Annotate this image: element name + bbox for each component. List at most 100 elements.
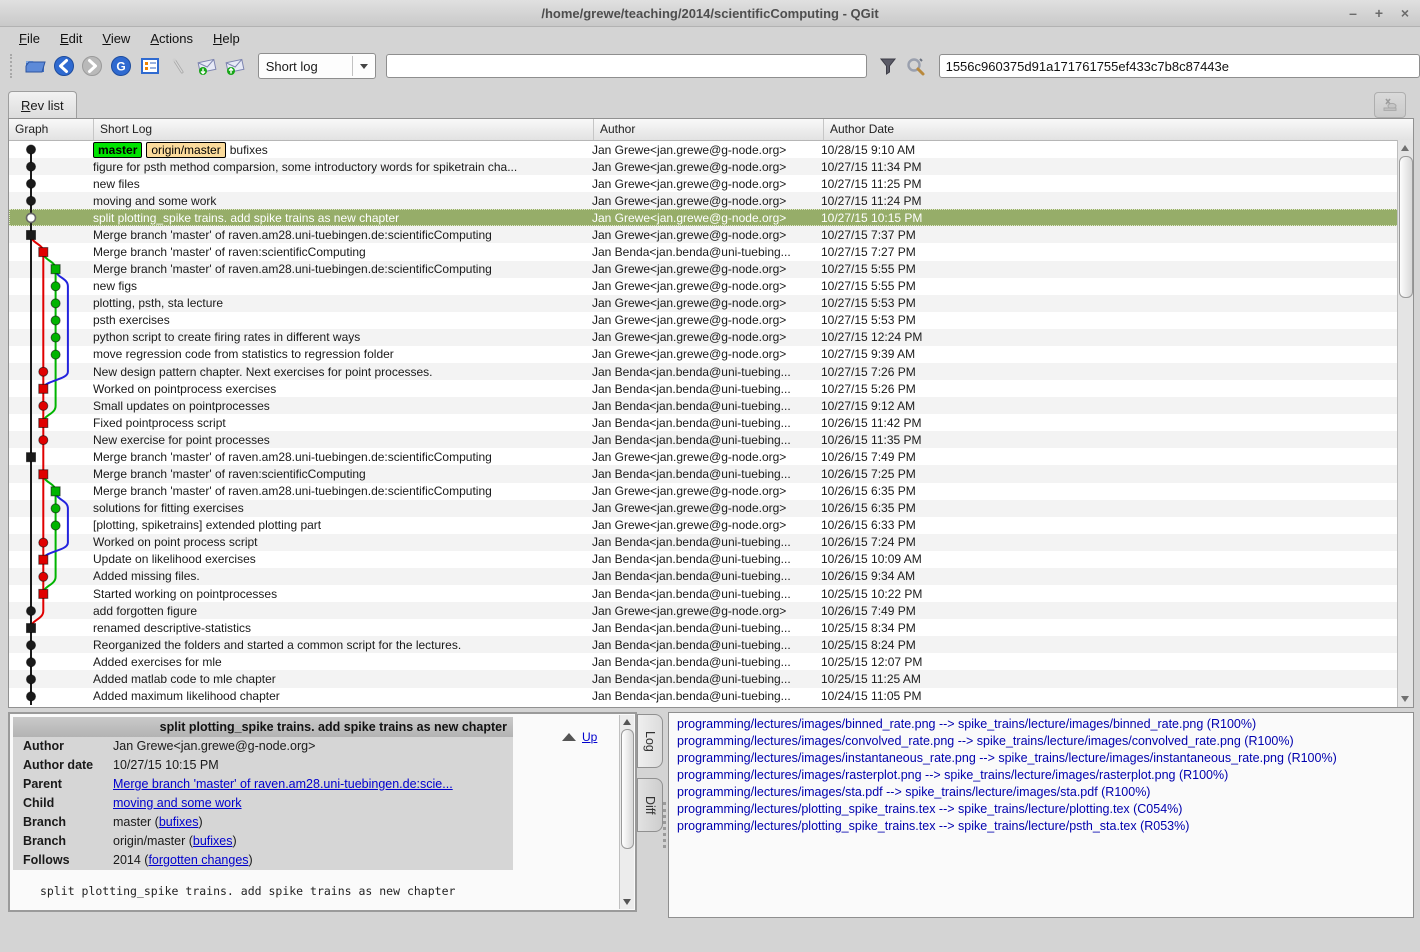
tab-log[interactable]: Log	[637, 714, 663, 768]
file-rename-entry[interactable]: programming/lectures/images/convolved_ra…	[669, 733, 1413, 750]
scrollbar-thumb[interactable]	[1399, 156, 1413, 298]
commit-row[interactable]: Merge branch 'master' of raven:scientifi…	[9, 243, 1413, 260]
commit-row[interactable]: Merge branch 'master' of raven.am28.uni-…	[9, 261, 1413, 278]
commit-row[interactable]: solutions for fitting exercisesJan Grewe…	[9, 500, 1413, 517]
commit-date: 10/24/15 11:05 PM	[821, 689, 1413, 703]
commit-row[interactable]: Merge branch 'master' of raven.am28.uni-…	[9, 483, 1413, 500]
menu-item-edit[interactable]: Edit	[51, 29, 91, 48]
commit-date: 10/26/15 9:34 AM	[821, 569, 1413, 583]
scroll-up-icon[interactable]	[1401, 145, 1409, 151]
commit-row[interactable]: Added exercises for mleJan Benda<jan.ben…	[9, 653, 1413, 670]
filter-input[interactable]	[386, 54, 867, 78]
tab-diff[interactable]: Diff	[637, 778, 663, 832]
commit-row[interactable]: Worked on pointprocess exercisesJan Bend…	[9, 380, 1413, 397]
commit-row[interactable]: New exercise for point processesJan Bend…	[9, 431, 1413, 448]
commit-author: Jan Benda<jan.benda@uni-tuebing...	[592, 587, 821, 601]
commit-row[interactable]: Added maximum likelihood chapterJan Bend…	[9, 688, 1413, 705]
commit-row[interactable]: move regression code from statistics to …	[9, 346, 1413, 363]
commit-row[interactable]: Worked on point process scriptJan Benda<…	[9, 534, 1413, 551]
commit-row[interactable]: masterorigin/masterbufixesJan Grewe<jan.…	[9, 141, 1413, 158]
commit-date: 10/26/15 6:35 PM	[821, 501, 1413, 515]
file-rename-entry[interactable]: programming/lectures/images/binned_rate.…	[669, 716, 1413, 733]
close-button[interactable]: ×	[1398, 5, 1412, 21]
toolbar-handle[interactable]	[10, 54, 16, 78]
commit-message: solutions for fitting exercises	[93, 501, 592, 515]
commit-row[interactable]: New design pattern chapter. Next exercis…	[9, 363, 1413, 380]
menu-item-file[interactable]: File	[10, 29, 49, 48]
save-patch-button[interactable]	[193, 53, 222, 79]
detail-link[interactable]: Merge branch 'master' of raven.am28.uni-…	[113, 777, 453, 791]
column-header-short-log[interactable]: Short Log	[94, 119, 594, 140]
file-rename-entry[interactable]: programming/lectures/images/instantaneou…	[669, 750, 1413, 767]
commit-message: New exercise for point processes	[93, 433, 592, 447]
file-rename-entry[interactable]: programming/lectures/images/sta.pdf --> …	[669, 784, 1413, 801]
scroll-down-icon[interactable]	[1401, 696, 1409, 702]
column-header-author[interactable]: Author	[594, 119, 824, 140]
commit-author: Jan Grewe<jan.grewe@g-node.org>	[592, 518, 821, 532]
detail-value: 2014 (forgotten changes)	[113, 851, 253, 870]
log-view-select[interactable]: Short log	[258, 53, 376, 79]
search-sha-button[interactable]	[902, 53, 931, 79]
commit-row[interactable]: split plotting_spike trains. add spike t…	[9, 209, 1413, 226]
minimize-button[interactable]: –	[1346, 5, 1360, 21]
commit-row[interactable]: Merge branch 'master' of raven:scientifi…	[9, 465, 1413, 482]
detail-link[interactable]: forgotten changes	[148, 853, 248, 867]
commit-author: Jan Benda<jan.benda@uni-tuebing...	[592, 672, 821, 686]
commit-date: 10/26/15 7:24 PM	[821, 535, 1413, 549]
commit-row[interactable]: Reorganized the folders and started a co…	[9, 636, 1413, 653]
commit-row[interactable]: Merge branch 'master' of raven.am28.uni-…	[9, 226, 1413, 243]
apply-patch-button[interactable]	[221, 53, 250, 79]
detail-link[interactable]: moving and some work	[113, 796, 242, 810]
commit-row[interactable]: Fixed pointprocess scriptJan Benda<jan.b…	[9, 414, 1413, 431]
commit-row[interactable]: new filesJan Grewe<jan.grewe@g-node.org>…	[9, 175, 1413, 192]
menu-item-actions[interactable]: Actions	[141, 29, 202, 48]
rev-list-scrollbar[interactable]	[1397, 140, 1413, 707]
forward-button[interactable]	[78, 53, 107, 79]
commit-row[interactable]: Started working on pointprocessesJan Ben…	[9, 585, 1413, 602]
commit-row[interactable]: Merge branch 'master' of raven.am28.uni-…	[9, 448, 1413, 465]
column-header-graph[interactable]: Graph	[9, 119, 94, 140]
sha-input[interactable]	[939, 54, 1420, 78]
commit-row[interactable]: new figsJan Grewe<jan.grewe@g-node.org>1…	[9, 278, 1413, 295]
commit-row[interactable]: [plotting, spiketrains] extended plottin…	[9, 517, 1413, 534]
file-rename-entry[interactable]: programming/lectures/plotting_spike_trai…	[669, 818, 1413, 835]
commit-row[interactable]: add forgotten figureJan Grewe<jan.grewe@…	[9, 602, 1413, 619]
commit-row[interactable]: Added missing files.Jan Benda<jan.benda@…	[9, 568, 1413, 585]
wand-button[interactable]	[164, 53, 193, 79]
commit-row[interactable]: Update on likelihood exercisesJan Benda<…	[9, 551, 1413, 568]
scroll-up-icon[interactable]	[623, 719, 631, 725]
commit-author: Jan Grewe<jan.grewe@g-node.org>	[592, 228, 821, 242]
filter-button[interactable]	[873, 53, 902, 79]
tab-corner-button[interactable]	[1374, 92, 1406, 118]
commit-date: 10/27/15 9:39 AM	[821, 347, 1413, 361]
file-rename-entry[interactable]: programming/lectures/images/rasterplot.p…	[669, 767, 1413, 784]
maximize-button[interactable]: +	[1372, 5, 1386, 21]
commit-row[interactable]: renamed descriptive-statisticsJan Benda<…	[9, 619, 1413, 636]
file-rename-entry[interactable]: programming/lectures/plotting_spike_trai…	[669, 801, 1413, 818]
commit-row[interactable]: plotting, psth, sta lectureJan Grewe<jan…	[9, 295, 1413, 312]
commit-row[interactable]: moving and some workJan Grewe<jan.grewe@…	[9, 192, 1413, 209]
commit-row[interactable]: python script to create firing rates in …	[9, 329, 1413, 346]
commit-author: Jan Grewe<jan.grewe@g-node.org>	[592, 279, 821, 293]
scroll-down-icon[interactable]	[623, 899, 631, 905]
menu-item-view[interactable]: View	[93, 29, 139, 48]
menu-item-help[interactable]: Help	[204, 29, 249, 48]
detail-value: 10/27/15 10:15 PM	[113, 756, 219, 775]
back-button[interactable]	[50, 53, 79, 79]
commit-row[interactable]: figure for psth method comparsion, some …	[9, 158, 1413, 175]
scrollbar-thumb[interactable]	[621, 729, 634, 849]
column-header-author-date[interactable]: Author Date	[824, 119, 1413, 140]
tab-rev-list[interactable]: Rev list	[8, 91, 77, 118]
detail-scrollbar[interactable]	[619, 715, 634, 909]
view-toggle-button[interactable]	[135, 53, 164, 79]
commit-row[interactable]: Small updates on pointprocessesJan Benda…	[9, 397, 1413, 414]
commit-row[interactable]: psth exercisesJan Grewe<jan.grewe@g-node…	[9, 312, 1413, 329]
up-link[interactable]: Up	[582, 730, 597, 744]
detail-link[interactable]: bufixes	[159, 815, 199, 829]
reload-button[interactable]: G	[107, 53, 136, 79]
open-repository-button[interactable]	[21, 53, 50, 79]
commit-row[interactable]: Added matlab code to mle chapterJan Bend…	[9, 670, 1413, 687]
detail-link[interactable]: bufixes	[193, 834, 233, 848]
commit-message: Added exercises for mle	[93, 655, 592, 669]
commit-author: Jan Grewe<jan.grewe@g-node.org>	[592, 347, 821, 361]
